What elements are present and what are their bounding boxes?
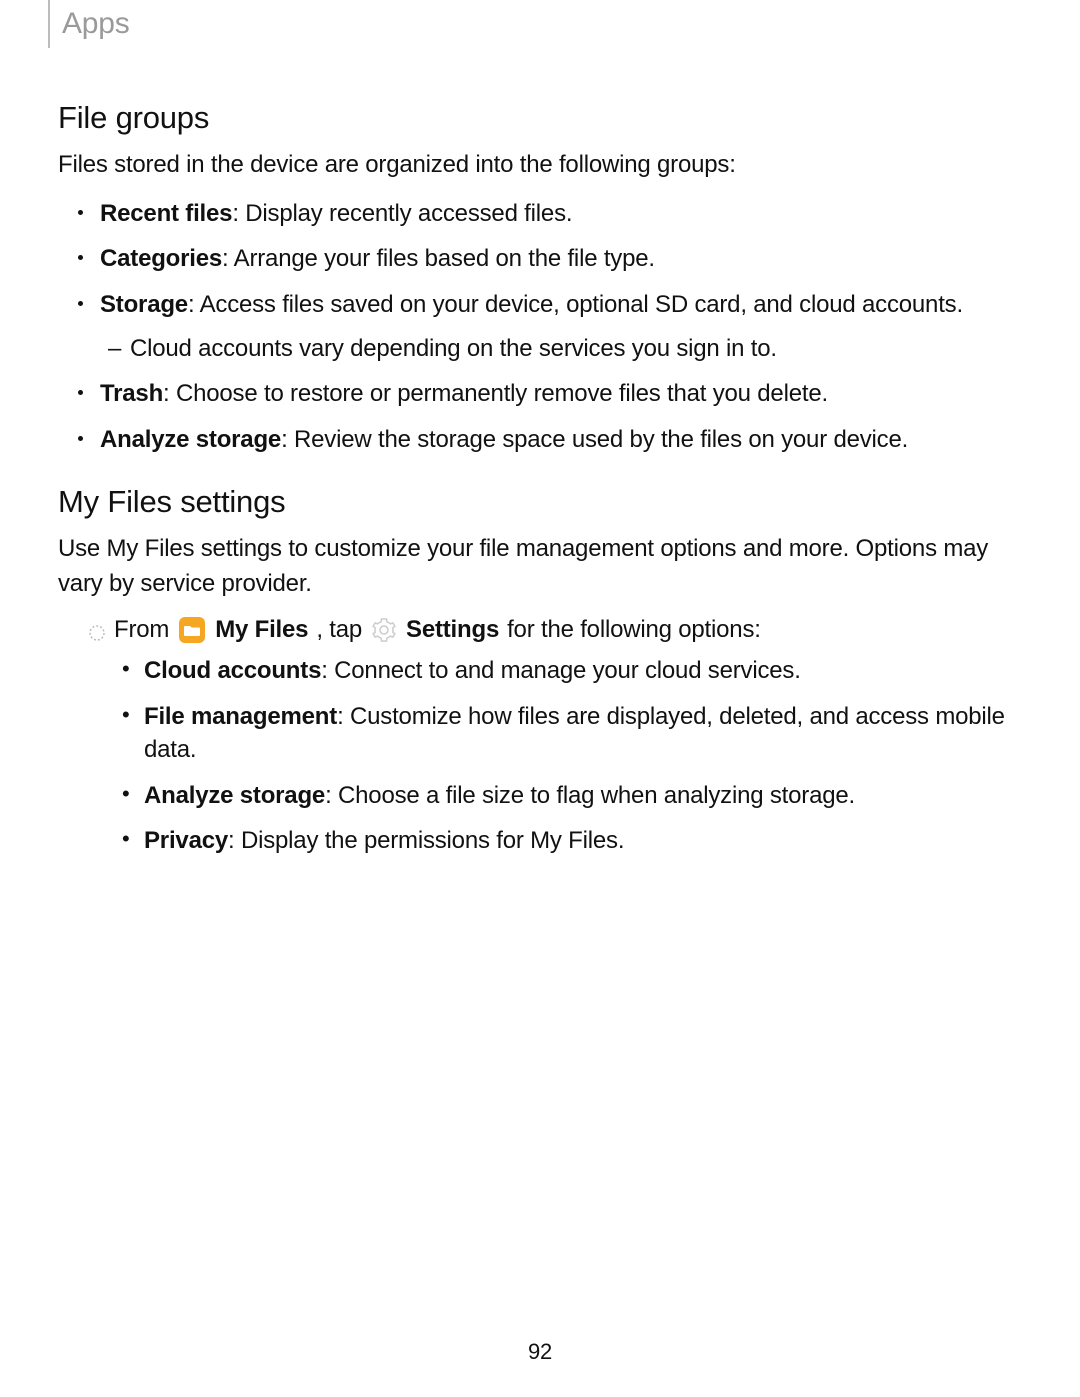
desc: : Choose to restore or permanently remov… <box>163 380 828 407</box>
term: Analyze storage <box>144 782 325 809</box>
step-app-name: My Files <box>215 616 308 644</box>
term: Privacy <box>144 827 228 854</box>
step-text-tap: , tap <box>316 616 362 644</box>
desc: : Choose a file size to flag when analyz… <box>325 782 855 809</box>
desc: : Arrange your files based on the file t… <box>222 245 655 272</box>
desc: : Connect to and manage your cloud servi… <box>321 657 800 684</box>
list-item: Privacy: Display the permissions for My … <box>144 824 1022 858</box>
page-header: Apps <box>0 0 1080 48</box>
step-settings-label: Settings <box>406 616 499 644</box>
page-content: File groups Files stored in the device a… <box>0 48 1080 858</box>
header-title: Apps <box>62 7 130 41</box>
list-item: Analyze storage: Review the storage spac… <box>100 423 1022 457</box>
step-bullet-icon <box>88 621 106 639</box>
my-files-app-icon <box>179 617 205 643</box>
settings-options-list: Cloud accounts: Connect to and manage yo… <box>58 654 1022 858</box>
list-item: Trash: Choose to restore or permanently … <box>100 377 1022 411</box>
list-item: Recent files: Display recently accessed … <box>100 197 1022 231</box>
step-instruction: From My Files , tap Settings for the foll… <box>58 616 1022 644</box>
desc: : Display the permissions for My Files. <box>228 827 624 854</box>
page-number: 92 <box>0 1339 1080 1365</box>
desc: : Review the storage space used by the f… <box>281 426 908 453</box>
page-container: Apps File groups Files stored in the dev… <box>0 0 1080 1397</box>
list-item: File management: Customize how files are… <box>144 700 1022 767</box>
list-item: Analyze storage: Choose a file size to f… <box>144 779 1022 813</box>
list-item: Categories: Arrange your files based on … <box>100 242 1022 276</box>
term: Trash <box>100 380 163 407</box>
step-text-from: From <box>114 616 169 644</box>
step-text-tail: for the following options: <box>507 616 761 644</box>
desc: : Display recently accessed files. <box>232 200 572 227</box>
file-groups-list: Recent files: Display recently accessed … <box>58 197 1022 457</box>
section-intro-file-groups: Files stored in the device are organized… <box>58 148 1022 183</box>
list-item: Cloud accounts: Connect to and manage yo… <box>144 654 1022 688</box>
term: Recent files <box>100 200 232 227</box>
list-item: Storage: Access files saved on your devi… <box>100 288 1022 365</box>
term: Cloud accounts <box>144 657 321 684</box>
term: Analyze storage <box>100 426 281 453</box>
section-my-files-settings: My Files settings Use My Files settings … <box>58 484 1022 858</box>
term: Categories <box>100 245 222 272</box>
section-intro-my-files: Use My Files settings to customize your … <box>58 532 1022 602</box>
term: File management <box>144 703 337 730</box>
sub-list: Cloud accounts vary depending on the ser… <box>100 332 1022 366</box>
header-divider <box>48 0 50 48</box>
section-heading-file-groups: File groups <box>58 100 1022 136</box>
term: Storage <box>100 291 188 318</box>
settings-gear-icon <box>372 618 396 642</box>
section-heading-my-files: My Files settings <box>58 484 1022 520</box>
desc: : Access files saved on your device, opt… <box>188 291 963 318</box>
sub-list-item: Cloud accounts vary depending on the ser… <box>130 332 1022 366</box>
